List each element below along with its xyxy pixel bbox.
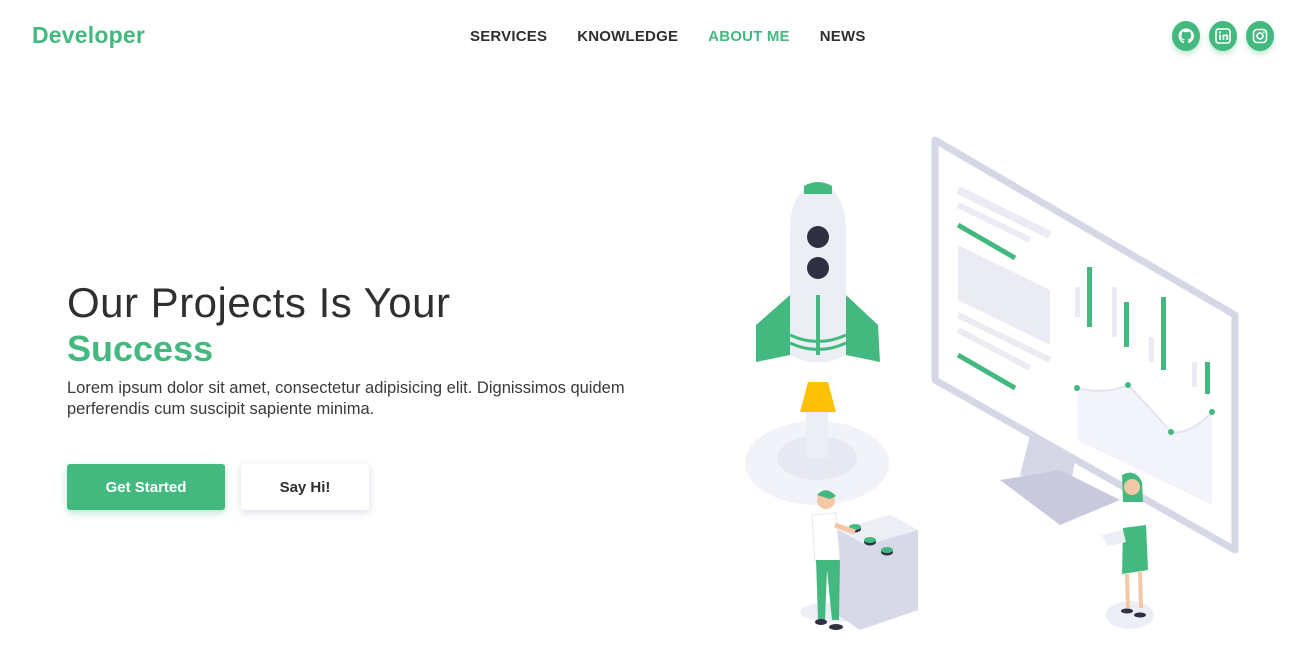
instagram-icon[interactable] xyxy=(1246,21,1274,51)
launch-pad-icon xyxy=(745,400,889,505)
nav-link-news[interactable]: NEWS xyxy=(820,28,866,45)
logo[interactable]: Developer xyxy=(32,22,145,49)
hero-title: Our Projects Is Your xyxy=(67,279,451,326)
hero-title-highlight: Success xyxy=(67,328,214,369)
hero-description: Lorem ipsum dolor sit amet, consectetur … xyxy=(67,379,625,418)
main-menu: SERVICES KNOWLEDGE ABOUT ME NEWS xyxy=(470,28,896,45)
navbar: Developer SERVICES KNOWLEDGE ABOUT ME NE… xyxy=(0,0,1306,75)
hero-section: Our Projects Is Your Success Lorem ipsum… xyxy=(67,280,707,420)
nav-link-services[interactable]: SERVICES xyxy=(470,28,547,45)
nav-link-knowledge[interactable]: KNOWLEDGE xyxy=(577,28,678,45)
social-links xyxy=(1172,21,1283,51)
say-hi-button[interactable]: Say Hi! xyxy=(241,464,369,510)
github-icon[interactable] xyxy=(1172,21,1200,51)
rocket-icon xyxy=(756,182,880,412)
hero-buttons: Get Started Say Hi! xyxy=(67,464,369,510)
linkedin-icon[interactable] xyxy=(1209,21,1237,51)
hero-illustration xyxy=(745,136,1239,630)
monitor-icon xyxy=(931,136,1239,554)
get-started-button[interactable]: Get Started xyxy=(67,464,225,510)
nav-link-about-me[interactable]: ABOUT ME xyxy=(708,28,790,45)
